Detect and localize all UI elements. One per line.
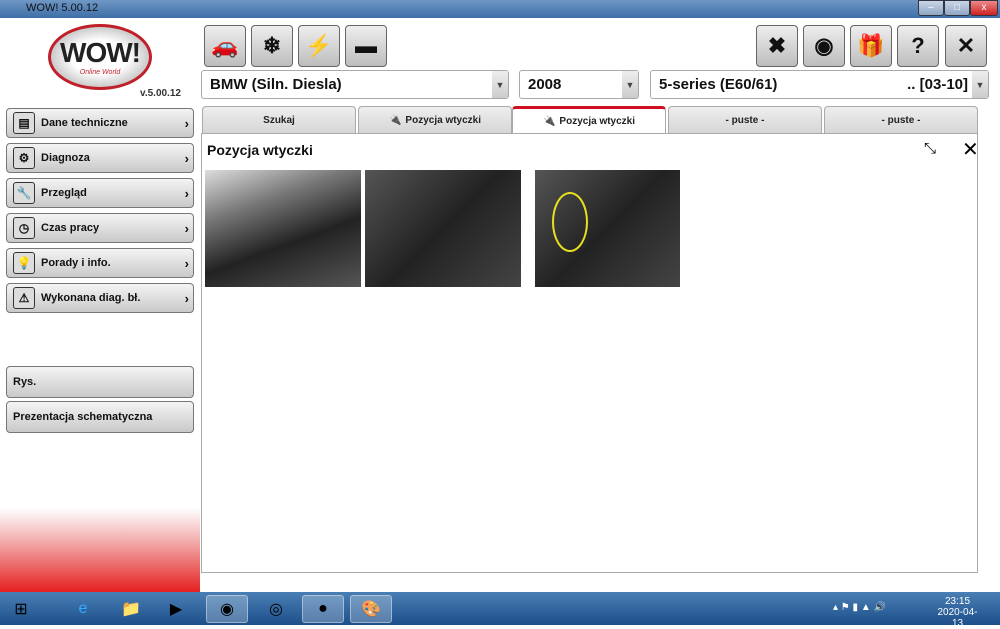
chevron-down-icon[interactable]: ▼ [622,71,638,98]
sidebar-item[interactable]: ⚙ Diagnoza › [6,143,194,173]
wow-taskbar-icon[interactable]: ● [302,595,344,623]
close-button[interactable]: ✕ [945,25,987,67]
chevron-right-icon: › [184,115,189,131]
tab[interactable]: - puste - [668,106,822,133]
photo-pedals[interactable] [365,170,521,287]
tab[interactable]: 🔌 Pozycja wtyczki [512,106,666,134]
expand-icon[interactable]: ⤡ [924,140,936,157]
cars-button[interactable]: 🚗 [204,25,246,67]
diagnosis-icon: ⚙ [13,147,35,169]
title-bar: WOW! 5.00.12 – □ x [0,0,1000,18]
tools-button[interactable]: ✖ [756,25,798,67]
book-icon: ▤ [13,112,35,134]
make-select[interactable]: BMW (Siln. Diesla) ▼ [201,70,509,99]
chevron-right-icon: › [184,220,189,236]
panel-title: Pozycja wtyczki [207,142,313,158]
tray-icons[interactable]: ▴ ⚑ ▮ ▲ 🔊 [833,602,886,613]
wow-logo: WOW! Online World [48,24,152,90]
close-panel-icon[interactable]: ✕ [962,137,979,162]
photo-obd-port[interactable] [535,170,680,287]
version-label: v.5.00.12 [140,88,181,99]
year-select[interactable]: 2008 ▼ [519,70,639,99]
photo-interior[interactable] [205,170,361,287]
sidebar-extra-button[interactable]: Prezentacja schematyczna [6,401,194,433]
chrome-icon[interactable]: ◉ [206,595,248,623]
window-close-button[interactable]: x [970,0,998,16]
battery-tools-button[interactable]: ▬ [345,25,387,67]
maximize-button[interactable]: □ [944,0,970,16]
tools-icon: ✖ [767,33,787,58]
start-button[interactable]: ⊞ [0,595,42,623]
chevron-right-icon: › [184,255,189,271]
engine-icon: ⚡ [305,33,333,58]
sidebar-extra-button[interactable]: Rys. [6,366,194,398]
chevron-down-icon[interactable]: ▼ [492,71,508,98]
sidebar-item[interactable]: ⚠ Wykonana diag. bł. › [6,283,194,313]
taskbar: ⊞ e 📁 ▶ ◉ ◎ ● 🎨 ▴ ⚑ ▮ ▲ 🔊 23:15 2020-04-1… [0,592,1000,629]
lightbulb-icon: 💡 [13,252,35,274]
window-title: WOW! 5.00.12 [26,2,99,14]
chromium-icon[interactable]: ◎ [255,595,297,623]
sidebar-item[interactable]: 💡 Porady i info. › [6,248,194,278]
help-icon: ? [911,33,925,58]
media-player-icon[interactable]: ▶ [155,595,197,623]
chevron-right-icon: › [184,290,189,306]
diag-error-icon: ⚠ [13,287,35,309]
snowflake-icon: ❄ [262,33,282,58]
chevron-down-icon[interactable]: ▼ [972,71,988,98]
ie-icon[interactable]: e [62,595,104,623]
sidebar-item[interactable]: ▤ Dane techniczne › [6,108,194,138]
cars-icon: 🚗 [211,33,239,58]
sidebar-item[interactable]: 🔧 Przegląd › [6,178,194,208]
tab[interactable]: - puste - [824,106,978,133]
clock-icon: ◷ [13,217,35,239]
gift-button[interactable]: 🎁 [850,25,892,67]
explorer-icon[interactable]: 📁 [110,595,152,623]
engine-button[interactable]: ⚡ [298,25,340,67]
tab[interactable]: 🔌 Pozycja wtyczki [358,106,512,133]
wrench-icon: 🔧 [13,182,35,204]
plug-icon: 🔌 [542,116,556,127]
sync-icon: ◉ [814,33,834,58]
gift-icon: 🎁 [857,33,885,58]
tab[interactable]: Szukaj [202,106,356,133]
clock[interactable]: 23:15 2020-04-13 [935,596,980,629]
sync-button[interactable]: ◉ [803,25,845,67]
snowflake-button[interactable]: ❄ [251,25,293,67]
close-icon: ✕ [956,33,976,58]
help-button[interactable]: ? [897,25,939,67]
chevron-right-icon: › [184,185,189,201]
minimize-button[interactable]: – [918,0,944,16]
chevron-right-icon: › [184,150,189,166]
highlight-circle [552,192,588,252]
model-select[interactable]: 5-series (E60/61).. [03-10] ▼ [650,70,989,99]
sidebar-item[interactable]: ◷ Czas pracy › [6,213,194,243]
plug-icon: 🔌 [388,114,402,126]
battery-tools-icon: ▬ [355,33,377,58]
paint-icon[interactable]: 🎨 [350,595,392,623]
